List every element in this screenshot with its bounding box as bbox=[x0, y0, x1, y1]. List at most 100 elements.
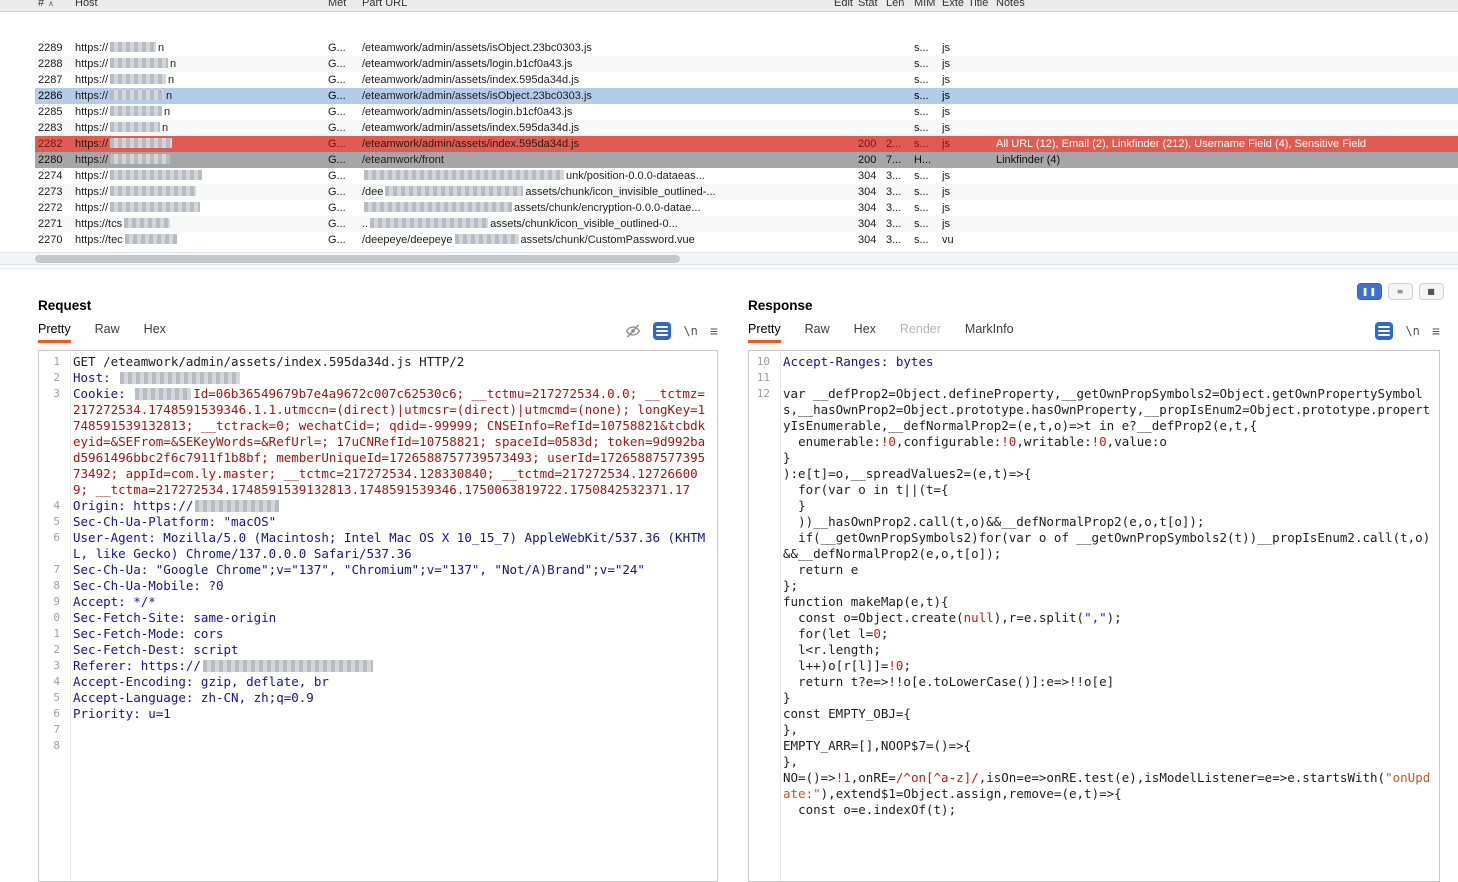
column-header-length[interactable]: Len bbox=[886, 0, 914, 11]
line-number: 10 bbox=[749, 354, 775, 370]
row-url: /eteamwork/admin/assets/index.595da34d.j… bbox=[362, 122, 834, 134]
row-host: https://n bbox=[75, 90, 328, 102]
row-host: https:// bbox=[75, 138, 328, 150]
line-number: 3 bbox=[39, 658, 65, 674]
row-method: G... bbox=[328, 170, 362, 182]
newline-toggle-icon[interactable]: \n bbox=[683, 324, 697, 338]
row-number: 2283 bbox=[35, 122, 75, 134]
line-number bbox=[749, 706, 775, 722]
column-header-edited[interactable]: Edit bbox=[834, 0, 858, 11]
redacted-text bbox=[124, 218, 170, 228]
line-number: 0 bbox=[39, 610, 65, 626]
code-line: for(var o in t||(t={ bbox=[749, 482, 1439, 498]
row-extension: js bbox=[942, 122, 968, 134]
response-tabs: Pretty Raw Hex Render MarkInfo \n ≡ bbox=[748, 322, 1440, 343]
response-editor-icons: \n ≡ bbox=[1375, 322, 1440, 343]
line-number: 12 bbox=[749, 386, 775, 434]
code-line: 8Sec-Ch-Ua-Mobile: ?0 bbox=[39, 578, 717, 594]
response-tab-pretty[interactable]: Pretty bbox=[748, 322, 781, 343]
row-notes: Linkfinder (4) bbox=[996, 154, 1458, 166]
row-status: 304 bbox=[858, 202, 886, 214]
row-length: 3... bbox=[886, 202, 914, 214]
row-url: /deepeye/deepeyeassets/chunk/CustomPassw… bbox=[362, 234, 834, 246]
response-tab-hex[interactable]: Hex bbox=[854, 322, 876, 343]
code-line: 11 bbox=[749, 370, 1439, 386]
request-tab-hex[interactable]: Hex bbox=[144, 322, 166, 343]
table-row[interactable]: 2289 https://n G... /eteamwork/admin/ass… bbox=[35, 40, 1458, 56]
response-tab-raw[interactable]: Raw bbox=[805, 322, 830, 343]
proxy-history-table: #∧ Host Met Part URL Edit Stat Len MIM E… bbox=[0, 0, 1458, 252]
table-row[interactable]: 2288 https://n G... /eteamwork/admin/ass… bbox=[35, 56, 1458, 72]
row-status: 304 bbox=[858, 186, 886, 198]
column-header-mime[interactable]: MIM bbox=[914, 0, 942, 11]
column-header-extension[interactable]: Exte bbox=[942, 0, 968, 11]
row-url: /eteamwork/admin/assets/index.595da34d.j… bbox=[362, 138, 834, 150]
code-line: 5Accept-Language: zh-CN, zh;q=0.9 bbox=[39, 690, 717, 706]
response-tab-render[interactable]: Render bbox=[900, 322, 941, 343]
row-method: G... bbox=[328, 218, 362, 230]
row-method: G... bbox=[328, 186, 362, 198]
line-number bbox=[749, 690, 775, 706]
row-mime: s... bbox=[914, 186, 942, 198]
row-number: 2280 bbox=[35, 154, 75, 166]
redacted-text bbox=[125, 234, 177, 244]
table-row[interactable]: 2283 https://n G... /eteamwork/admin/ass… bbox=[35, 120, 1458, 136]
code-line: } bbox=[749, 498, 1439, 514]
line-number: 6 bbox=[39, 530, 65, 562]
response-tab-markinfo[interactable]: MarkInfo bbox=[965, 322, 1014, 343]
response-editor[interactable]: 10Accept-Ranges: bytes1112var __defProp2… bbox=[748, 350, 1440, 882]
column-header-host[interactable]: Host bbox=[75, 0, 328, 11]
column-header-url[interactable]: Part URL bbox=[362, 0, 834, 11]
request-panel-title: Request bbox=[38, 298, 718, 313]
syntax-highlight-icon[interactable] bbox=[653, 322, 671, 340]
table-row[interactable]: 2274 https:// G... unk/position-0.0.0-da… bbox=[35, 168, 1458, 184]
table-row[interactable]: 2285 https://n G... /eteamwork/admin/ass… bbox=[35, 104, 1458, 120]
table-row[interactable]: 2280 https:// G... /eteamwork/front 200 … bbox=[35, 152, 1458, 168]
column-header-status[interactable]: Stat bbox=[858, 0, 886, 11]
request-tab-pretty[interactable]: Pretty bbox=[38, 322, 71, 343]
code-line: 10Accept-Ranges: bytes bbox=[749, 354, 1439, 370]
row-extension: js bbox=[942, 138, 968, 150]
redacted-text bbox=[110, 122, 160, 132]
hide-eye-icon[interactable] bbox=[625, 323, 641, 339]
table-row[interactable]: 2271 https://tcs G... ..assets/chunk/ico… bbox=[35, 216, 1458, 232]
row-mime: s... bbox=[914, 122, 942, 134]
scrollbar-thumb[interactable] bbox=[35, 255, 680, 263]
column-header-method[interactable]: Met bbox=[328, 0, 362, 11]
row-length: 3... bbox=[886, 234, 914, 246]
row-mime: s... bbox=[914, 58, 942, 70]
newline-toggle-icon[interactable]: \n bbox=[1405, 324, 1419, 338]
line-number bbox=[749, 674, 775, 690]
table-row[interactable]: 2282 https:// G... /eteamwork/admin/asse… bbox=[35, 136, 1458, 152]
line-number bbox=[749, 514, 775, 530]
table-row[interactable]: 2287 https://n G... /eteamwork/admin/ass… bbox=[35, 72, 1458, 88]
code-line: 0Sec-Fetch-Site: same-origin bbox=[39, 610, 717, 626]
row-host: https://tec bbox=[75, 234, 328, 246]
redacted-text bbox=[385, 186, 523, 196]
line-number bbox=[749, 610, 775, 626]
code-line: 1GET /eteamwork/admin/assets/index.595da… bbox=[39, 354, 717, 370]
row-length: 3... bbox=[886, 170, 914, 182]
editor-menu-icon[interactable]: ≡ bbox=[710, 323, 718, 339]
row-status: 304 bbox=[858, 234, 886, 246]
request-editor[interactable]: 1GET /eteamwork/admin/assets/index.595da… bbox=[38, 350, 718, 882]
column-header-notes[interactable]: Notes bbox=[996, 0, 1458, 11]
line-number: 4 bbox=[39, 498, 65, 514]
horizontal-scrollbar[interactable] bbox=[0, 252, 1458, 265]
row-url: /eteamwork/admin/assets/login.b1cf0a43.j… bbox=[362, 106, 834, 118]
request-tab-raw[interactable]: Raw bbox=[95, 322, 120, 343]
table-row[interactable]: 2286 https://n G... /eteamwork/admin/ass… bbox=[35, 88, 1458, 104]
table-row[interactable]: 2272 https:// G... assets/chunk/encrypti… bbox=[35, 200, 1458, 216]
code-line: } bbox=[749, 690, 1439, 706]
line-number bbox=[749, 498, 775, 514]
table-row[interactable]: 2273 https:// G... /deeassets/chunk/icon… bbox=[35, 184, 1458, 200]
row-url: unk/position-0.0.0-dataeas... bbox=[362, 170, 834, 182]
column-header-title[interactable]: Title bbox=[968, 0, 996, 11]
column-header-number[interactable]: #∧ bbox=[35, 0, 75, 11]
row-method: G... bbox=[328, 42, 362, 54]
code-line: ))__hasOwnProp2.call(t,o)&&__defNormalPr… bbox=[749, 514, 1439, 530]
editor-menu-icon[interactable]: ≡ bbox=[1432, 323, 1440, 339]
code-line: enumerable:!0,configurable:!0,writable:!… bbox=[749, 434, 1439, 450]
table-row[interactable]: 2270 https://tec G... /deepeye/deepeyeas… bbox=[35, 232, 1458, 248]
syntax-highlight-icon[interactable] bbox=[1375, 322, 1393, 340]
